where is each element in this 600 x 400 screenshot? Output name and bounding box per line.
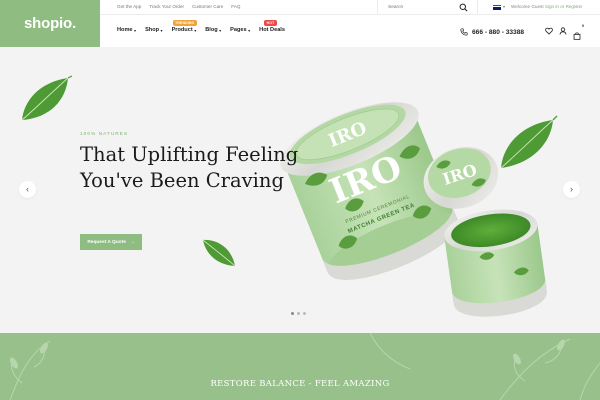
signin-link[interactable]: Sign in	[545, 4, 559, 9]
slider-next-button[interactable]: ›	[563, 181, 580, 198]
search-icon[interactable]	[459, 3, 468, 12]
arrow-right-icon: →	[129, 239, 135, 245]
top-link-track-order[interactable]: Track Your Order	[149, 4, 184, 9]
wishlist-heart-icon[interactable]	[545, 27, 553, 35]
promo-band: RESTORE BALANCE - FEEL AMAZING	[0, 333, 600, 400]
slider-dots	[291, 312, 306, 315]
hero-tagline: 100% NATURES	[80, 132, 129, 137]
trending-badge: TRENDING	[172, 20, 197, 26]
hero-title: That Uplifting Feeling You've Been Cravi…	[80, 143, 299, 192]
nav-item-shop[interactable]: Shop ▾	[145, 27, 163, 33]
nav-item-label: Home	[117, 27, 133, 33]
chevron-down-icon: ▾	[194, 27, 197, 33]
register-link[interactable]: Register	[566, 4, 583, 9]
nav-item-home[interactable]: Home ▾	[117, 27, 136, 33]
phone-icon	[460, 28, 468, 36]
chevron-down-icon: ▾	[160, 27, 163, 33]
nav-item-label: Pages	[230, 27, 247, 33]
cart-count-badge: 0	[582, 24, 584, 28]
chevron-down-icon: ▾	[248, 27, 251, 33]
top-link-faq[interactable]: FAQ	[231, 4, 240, 9]
header-actions: 0	[545, 24, 584, 40]
chevron-right-icon: ›	[570, 184, 573, 194]
cart-button[interactable]: 0	[573, 24, 584, 40]
top-bar: Get the App Track Your Order Customer Ca…	[100, 0, 600, 15]
botanical-pattern-icon	[9, 333, 600, 400]
top-links: Get the App Track Your Order Customer Ca…	[117, 4, 240, 9]
nav-item-label: Product	[171, 27, 193, 33]
welcome-message: Welcome Guest Sign in or Register	[511, 4, 583, 9]
user-account-icon[interactable]	[559, 27, 567, 35]
logo-text: shopio.	[24, 15, 76, 32]
page: shopio. Get the App Track Your Order Cus…	[0, 0, 600, 400]
slider-dot-3[interactable]	[303, 312, 306, 315]
phone-number[interactable]: 666 - 880 - 33388	[460, 28, 524, 36]
search-input[interactable]	[388, 3, 458, 12]
button-label: Request A Quote	[87, 239, 126, 245]
search-box	[377, 0, 478, 15]
chevron-down-icon[interactable]: ▾	[503, 4, 505, 9]
nav-item-blog[interactable]: Blog ▾	[205, 27, 221, 33]
slider-prev-button[interactable]: ‹	[19, 181, 36, 198]
nav-item-label: Shop	[145, 27, 160, 33]
or-text: or	[558, 4, 566, 9]
chevron-down-icon: ▾	[134, 27, 137, 33]
logo[interactable]: shopio.	[0, 0, 100, 47]
phone-text: 666 - 880 - 33388	[472, 28, 525, 36]
main-nav: Home ▾ Shop ▾ TRENDING Product ▾ Blog ▾ Page…	[117, 20, 285, 33]
hot-badge: HOT	[264, 20, 277, 26]
nav-item-label: Blog	[205, 27, 218, 33]
leaf-icon	[21, 75, 73, 121]
nav-item-label: Hot Deals	[259, 27, 285, 33]
nav-item-product[interactable]: TRENDING Product ▾	[171, 20, 197, 33]
nav-item-hot-deals[interactable]: HOT Hot Deals	[259, 20, 285, 33]
chevron-left-icon: ‹	[26, 184, 29, 194]
leaf-icon	[202, 239, 236, 267]
band-headline: RESTORE BALANCE - FEEL AMAZING	[210, 379, 390, 389]
matcha-product-image: IRO IRO PREMIUM CEREMONIAL MATCHA GREEN …	[280, 102, 547, 317]
language-flag-icon[interactable]	[493, 5, 501, 10]
nav-item-pages[interactable]: Pages ▾	[230, 27, 250, 33]
welcome-text: Welcome Guest	[511, 4, 544, 9]
slider-dot-1[interactable]	[291, 312, 294, 315]
request-quote-button[interactable]: Request A Quote →	[80, 234, 142, 250]
chevron-down-icon: ▾	[219, 27, 222, 33]
top-link-customer-care[interactable]: Customer Care	[192, 4, 223, 9]
shopping-bag-icon	[573, 32, 581, 40]
hero-slider: IRO IRO PREMIUM CEREMONIAL MATCHA GREEN …	[0, 47, 600, 333]
top-link-get-app[interactable]: Get the App	[117, 4, 141, 9]
slider-dot-2[interactable]	[297, 312, 300, 315]
